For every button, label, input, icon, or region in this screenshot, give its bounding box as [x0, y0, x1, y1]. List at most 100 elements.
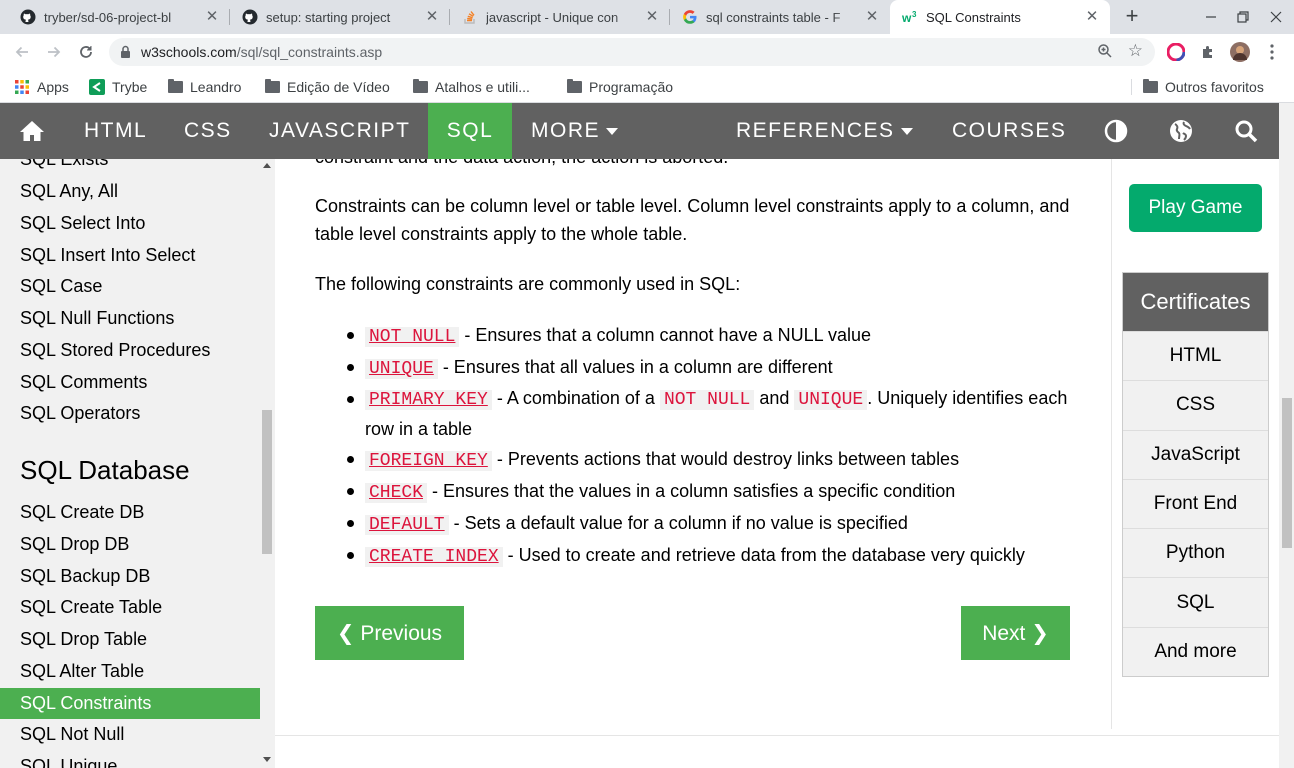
restore-icon[interactable] — [1227, 0, 1259, 34]
nav-sql[interactable]: SQL — [428, 103, 512, 159]
sidebar-item-any-all[interactable]: SQL Any, All — [0, 176, 260, 207]
bookmark-label: Outros favoritos — [1165, 79, 1264, 95]
sidebar-item-unique[interactable]: SQL Unique — [0, 751, 260, 768]
bookmark-folder-programacao[interactable]: Programação — [567, 77, 673, 97]
new-tab-icon[interactable]: + — [1120, 5, 1144, 29]
create-index-link[interactable]: CREATE INDEX — [365, 547, 503, 567]
item-desc: - Used to create and retrieve data from … — [502, 545, 1025, 565]
cert-link-front-end[interactable]: Front End — [1123, 478, 1268, 529]
bookmark-label: Edição de Vídeo — [287, 79, 390, 95]
primary-key-link[interactable]: PRIMARY KEY — [365, 390, 492, 410]
cert-link-javascript[interactable]: JavaScript — [1123, 429, 1268, 479]
reload-icon[interactable] — [74, 40, 98, 64]
close-icon[interactable]: ✕ — [644, 9, 660, 25]
sidebar-item-select-into[interactable]: SQL Select Into — [0, 208, 260, 239]
dark-mode-icon[interactable] — [1104, 103, 1128, 159]
bookmark-folder-leandro[interactable]: Leandro — [168, 77, 241, 97]
bookmark-star-icon[interactable]: ☆ — [1128, 41, 1143, 61]
inline-code: NOT NULL — [659, 390, 755, 410]
certificates-heading[interactable]: Certificates — [1123, 273, 1268, 331]
sidebar-item-not-null[interactable]: SQL Not Null — [0, 719, 260, 750]
sidebar-item-stored-procedures[interactable]: SQL Stored Procedures — [0, 335, 260, 366]
window-close-icon[interactable] — [1260, 0, 1292, 34]
bookmark-folder-video[interactable]: Edição de Vídeo — [265, 77, 390, 97]
avatar[interactable] — [1230, 42, 1250, 62]
search-icon[interactable] — [1234, 103, 1258, 159]
nav-javascript[interactable]: JAVASCRIPT — [269, 103, 410, 159]
minimize-icon[interactable] — [1195, 0, 1227, 34]
browser-tab[interactable]: javascript - Unique con ✕ — [450, 0, 670, 34]
sidebar-item-operators[interactable]: SQL Operators — [0, 398, 260, 429]
bookmark-label: Atalhos e utili... — [435, 79, 530, 95]
sidebar-item-create-db[interactable]: SQL Create DB — [0, 497, 260, 528]
apps-grid-icon — [14, 79, 30, 95]
sidebar-item-null-functions[interactable]: SQL Null Functions — [0, 303, 260, 334]
extension-color-icon[interactable] — [1166, 42, 1186, 62]
tab-title: tryber/sd-06-project-bl — [44, 9, 172, 25]
sidebar-item-drop-table[interactable]: SQL Drop Table — [0, 624, 260, 655]
bookmark-label: Apps — [37, 79, 69, 95]
nav-more[interactable]: MORE — [531, 103, 618, 159]
bookmark-label: Leandro — [190, 79, 242, 95]
browser-tab[interactable]: tryber/sd-06-project-bl ✕ — [8, 0, 230, 34]
nav-courses[interactable]: COURSES — [952, 103, 1066, 159]
bookmark-folder-outros[interactable]: Outros favoritos — [1143, 77, 1264, 97]
foreign-key-link[interactable]: FOREIGN KEY — [365, 451, 492, 471]
page-scrollbar-thumb[interactable] — [1282, 398, 1292, 548]
close-icon[interactable]: ✕ — [1084, 9, 1100, 25]
sidebar-item-alter-table[interactable]: SQL Alter Table — [0, 656, 260, 687]
folder-icon — [1143, 79, 1158, 93]
close-icon[interactable]: ✕ — [864, 9, 880, 25]
caret-down-icon — [606, 127, 618, 135]
cert-link-python[interactable]: Python — [1123, 528, 1268, 578]
close-icon[interactable]: ✕ — [424, 9, 440, 25]
lock-icon[interactable] — [120, 45, 131, 64]
tab-title: SQL Constraints — [926, 9, 1021, 25]
folder-icon — [413, 79, 428, 93]
globe-icon[interactable] — [1169, 103, 1193, 159]
next-button[interactable]: Next ❯ — [961, 606, 1070, 660]
default-link[interactable]: DEFAULT — [365, 515, 449, 535]
cert-link-css[interactable]: CSS — [1123, 380, 1268, 430]
browser-tab[interactable]: setup: starting project ✕ — [230, 0, 450, 34]
sidebar-item-insert-into-select[interactable]: SQL Insert Into Select — [0, 240, 260, 271]
close-icon[interactable]: ✕ — [204, 9, 220, 25]
url-text: w3schools.com/sql/sql_constraints.asp — [141, 44, 382, 60]
cert-link-html[interactable]: HTML — [1123, 331, 1268, 381]
check-link[interactable]: CHECK — [365, 483, 428, 503]
zoom-icon[interactable] — [1097, 43, 1113, 64]
home-icon[interactable] — [0, 103, 64, 159]
browser-menu-icon[interactable] — [1262, 42, 1282, 62]
nav-references-label: REFERENCES — [736, 119, 895, 142]
sidebar-item-constraints[interactable]: SQL Constraints — [0, 688, 260, 719]
play-game-button[interactable]: Play Game — [1129, 184, 1262, 232]
item-desc: and — [754, 388, 795, 408]
folder-icon — [168, 79, 183, 93]
back-arrow-icon[interactable] — [10, 40, 34, 64]
bookmark-trybe[interactable]: Trybe — [89, 77, 147, 97]
nav-css[interactable]: CSS — [184, 103, 232, 159]
sidebar-item-create-table[interactable]: SQL Create Table — [0, 592, 260, 623]
forward-arrow-icon[interactable] — [42, 40, 66, 64]
bookmark-apps[interactable]: Apps — [14, 77, 69, 97]
cert-link-more[interactable]: And more — [1123, 626, 1268, 677]
sidebar-item-case[interactable]: SQL Case — [0, 271, 260, 302]
site-top-nav: HTML CSS JAVASCRIPT SQL MORE REFERENCES … — [0, 103, 1279, 159]
previous-button[interactable]: ❮ Previous — [315, 606, 464, 660]
browser-tab[interactable]: sql constraints table - F ✕ — [670, 0, 890, 34]
nav-html[interactable]: HTML — [84, 103, 147, 159]
cert-link-sql[interactable]: SQL — [1123, 577, 1268, 627]
browser-tab-active[interactable]: w3 SQL Constraints ✕ — [890, 0, 1110, 34]
scroll-up-arrow-icon[interactable] — [263, 163, 271, 168]
sidebar-scrollbar-thumb[interactable] — [262, 410, 272, 554]
sidebar-item-backup-db[interactable]: SQL Backup DB — [0, 561, 260, 592]
scroll-down-arrow-icon[interactable] — [263, 757, 271, 762]
unique-link[interactable]: UNIQUE — [365, 359, 438, 379]
bookmark-folder-atalhos[interactable]: Atalhos e utili... — [413, 77, 530, 97]
nav-references[interactable]: REFERENCES — [736, 103, 913, 159]
sidebar-item-comments[interactable]: SQL Comments — [0, 367, 260, 398]
sidebar-item-drop-db[interactable]: SQL Drop DB — [0, 529, 260, 560]
extensions-puzzle-icon[interactable] — [1198, 42, 1218, 62]
not-null-link[interactable]: NOT NULL — [365, 327, 460, 347]
address-bar[interactable]: w3schools.com/sql/sql_constraints.asp ☆ — [109, 38, 1155, 66]
